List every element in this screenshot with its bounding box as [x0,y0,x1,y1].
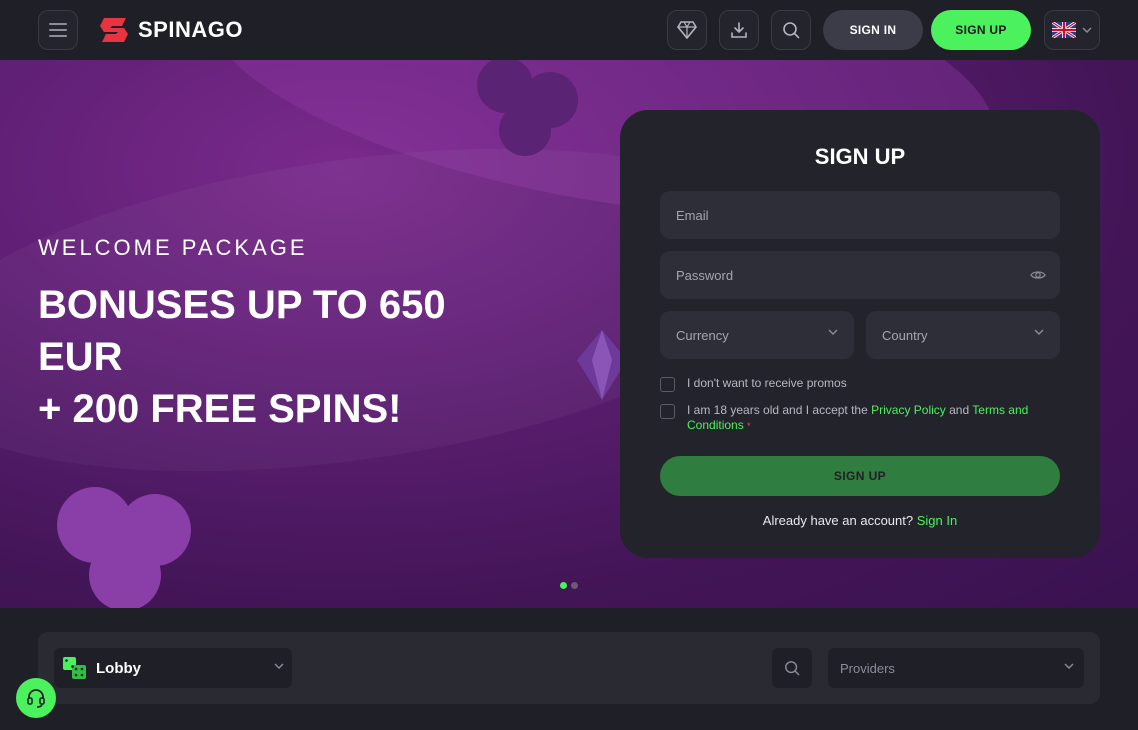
currency-select[interactable]: Currency [660,311,854,359]
chevron-down-icon [1034,329,1044,335]
download-button[interactable] [719,10,759,50]
search-button[interactable] [771,10,811,50]
signup-submit-button[interactable]: SIGN UP [660,456,1060,496]
email-placeholder: Email [676,207,709,223]
dice-icon [63,657,86,679]
lobby-label: Lobby [96,659,141,677]
sign-up-button[interactable]: SIGN UP [931,10,1031,50]
menu-button[interactable] [38,10,78,50]
hero-text: WELCOME PACKAGE BONUSES UP TO 650 EUR + … [38,235,558,435]
logo-mark-icon [100,18,128,42]
providers-select[interactable]: Providers [828,648,1084,688]
sign-in-link[interactable]: Sign In [917,513,957,528]
promo-checkbox[interactable] [660,377,675,392]
hero-title-line: EUR [38,335,123,379]
games-search-button[interactable] [772,648,812,688]
hero-title: BONUSES UP TO 650 EUR + 200 FREE SPINS! [38,279,558,435]
country-select[interactable]: Country [866,311,1060,359]
chevron-down-icon [274,663,284,669]
already-have-account: Already have an account? Sign In [620,513,1100,528]
required-mark: * [747,421,751,431]
age-checkbox[interactable] [660,404,675,419]
search-icon [783,22,800,39]
diamond-icon [677,21,697,39]
club-decoration-icon [57,487,191,608]
age-text: I am 18 years old and I accept the [687,403,872,417]
games-filter-bar: Lobby Providers [38,632,1100,704]
age-checkbox-label: I am 18 years old and I accept the Priva… [687,403,1060,434]
menu-icon [49,23,67,37]
hero-title-line: BONUSES UP TO 650 [38,283,446,327]
hero-subtitle: WELCOME PACKAGE [38,235,308,260]
slider-dot-active[interactable] [560,582,567,589]
logo[interactable]: SPINAGO [98,14,243,46]
slider-dots [560,582,578,589]
support-chat-button[interactable] [16,678,56,718]
privacy-policy-link[interactable]: Privacy Policy [871,403,946,417]
club-decoration-icon [477,60,578,156]
currency-placeholder: Currency [676,327,729,343]
password-field[interactable]: Password [660,251,1060,299]
headset-icon [27,689,45,708]
promo-checkbox-row[interactable]: I don't want to receive promos [660,376,847,392]
age-checkbox-row[interactable]: I am 18 years old and I accept the Priva… [660,403,1060,434]
country-placeholder: Country [882,327,928,343]
slider-dot[interactable] [571,582,578,589]
chevron-down-icon [1064,663,1074,669]
chevron-down-icon [828,329,838,335]
logo-text: SPINAGO [138,17,243,42]
email-field[interactable]: Email [660,191,1060,239]
password-placeholder: Password [676,267,734,283]
signup-card: SIGN UP Email Password Currency Country … [620,110,1100,558]
lobby-select[interactable]: Lobby [54,648,292,688]
language-selector[interactable] [1044,10,1100,50]
eye-icon[interactable] [1030,267,1046,283]
vip-button[interactable] [667,10,707,50]
age-text: and [945,403,973,417]
search-icon [785,661,800,676]
download-icon [731,22,747,38]
providers-placeholder: Providers [840,660,895,676]
signup-title: SIGN UP [814,144,906,169]
uk-flag-icon [1052,22,1076,38]
top-header: SPINAGO SIGN IN SIGN UP [0,0,1138,60]
chevron-down-icon [1082,27,1092,33]
already-text: Already have an account? [762,513,917,528]
hero-title-line: + 200 FREE SPINS! [38,387,402,431]
promo-checkbox-label: I don't want to receive promos [687,376,847,390]
sign-in-button[interactable]: SIGN IN [823,10,923,50]
